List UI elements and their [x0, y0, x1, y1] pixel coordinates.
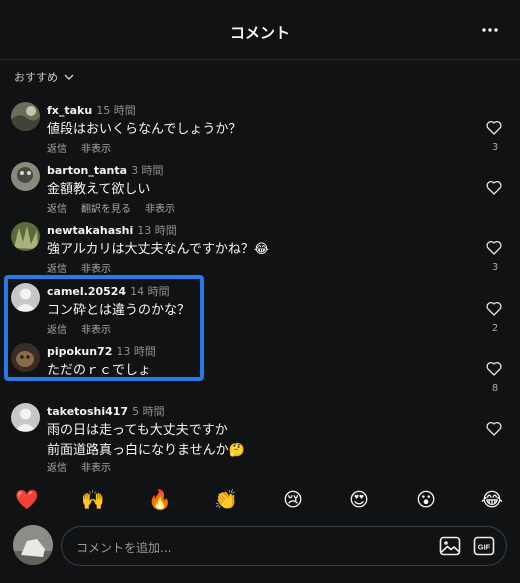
reaction-surprised[interactable]: 😮 — [412, 486, 440, 514]
reaction-clap[interactable]: 👏 — [212, 486, 240, 514]
comment-item: barton_tanta 3 時間 金額教えて欲しい 返信 翻訳を見る 非表示 — [0, 162, 520, 218]
like-count: 2 — [491, 323, 499, 334]
avatar[interactable] — [11, 102, 40, 131]
hide-button[interactable]: 非表示 — [81, 260, 111, 275]
comments-header: コメント — [0, 0, 520, 60]
page-title: コメント — [229, 24, 290, 42]
comment-header: fx_taku 15 時間 — [47, 102, 136, 118]
hide-button[interactable]: 非表示 — [145, 200, 175, 215]
quick-reactions-bar: ❤️ 🙌 🔥 👏 😢 😍 😮 😂 — [0, 486, 520, 518]
comment-text: 値段はおいくらなんでしょうか？ — [47, 122, 242, 137]
chevron-down-icon — [64, 74, 74, 80]
heart-icon[interactable] — [486, 421, 502, 436]
reply-button[interactable]: 返信 — [47, 260, 67, 275]
comment-text: 金額教えて欲しい — [47, 182, 151, 197]
heart-icon[interactable] — [486, 361, 502, 376]
comment-actions: 返信 非表示 — [47, 260, 111, 275]
heart-icon[interactable] — [486, 240, 502, 255]
comment-header: taketoshi417 5 時間 — [47, 403, 165, 419]
comment-input-placeholder: コメントを追加... — [76, 541, 172, 555]
comment-header: barton_tanta 3 時間 — [47, 162, 164, 178]
heart-icon[interactable] — [486, 180, 502, 195]
comment-time: 15 時間 — [96, 104, 136, 117]
comment-actions: 返信 翻訳を見る 非表示 — [47, 200, 175, 215]
heart-icon[interactable] — [486, 301, 502, 316]
reaction-cry[interactable]: 😢 — [279, 486, 307, 514]
reaction-heart-eyes[interactable]: 😍 — [345, 486, 373, 514]
comment-item: taketoshi417 5 時間 雨の日は走っても大丈夫ですか 前面道路真っ白に… — [0, 403, 520, 479]
comment-actions: 返信 非表示 — [47, 140, 111, 155]
reaction-heart[interactable]: ❤️ — [13, 486, 41, 514]
comment-username[interactable]: taketoshi417 — [47, 405, 128, 418]
comment-header: newtakahashi 13 時間 — [47, 222, 177, 238]
comment-actions: 返信 非表示 — [47, 459, 111, 474]
comment-input[interactable]: コメントを追加... GIF — [61, 526, 507, 566]
comment-time: 5 時間 — [132, 405, 165, 418]
gif-icon[interactable]: GIF — [473, 536, 495, 556]
comment-username[interactable]: newtakahashi — [47, 224, 133, 237]
heart-icon[interactable] — [486, 120, 502, 135]
sort-label: おすすめ — [14, 71, 58, 84]
composer-avatar — [13, 525, 53, 565]
reply-button[interactable]: 返信 — [47, 200, 67, 215]
comment-time: 13 時間 — [137, 224, 177, 237]
image-icon[interactable] — [439, 536, 461, 556]
reaction-laugh[interactable]: 😂 — [478, 486, 506, 514]
reply-button[interactable]: 返信 — [47, 459, 67, 474]
avatar[interactable] — [11, 222, 40, 251]
avatar[interactable] — [11, 403, 40, 432]
avatar[interactable] — [11, 162, 40, 191]
reaction-raised-hands[interactable]: 🙌 — [79, 486, 107, 514]
reply-button[interactable]: 返信 — [47, 140, 67, 155]
hide-button[interactable]: 非表示 — [81, 140, 111, 155]
comment-time: 3 時間 — [131, 164, 164, 177]
comment-item: newtakahashi 13 時間 強アルカリは大丈夫なんですかね？😂 返信 非… — [0, 222, 520, 278]
highlight-box — [4, 275, 204, 381]
more-horizontal-icon[interactable] — [480, 23, 500, 37]
like-count: 3 — [491, 262, 499, 273]
like-count: 8 — [491, 383, 499, 394]
comment-text: 雨の日は走っても大丈夫ですか 前面道路真っ白になりませんか🤔 — [47, 423, 245, 458]
reaction-fire[interactable]: 🔥 — [146, 486, 174, 514]
translate-button[interactable]: 翻訳を見る — [81, 200, 131, 215]
sort-dropdown[interactable]: おすすめ — [14, 68, 74, 86]
comment-item: fx_taku 15 時間 値段はおいくらなんでしょうか？ 返信 非表示 3 — [0, 102, 520, 158]
comment-text: 強アルカリは大丈夫なんですかね？😂 — [47, 242, 270, 257]
comment-username[interactable]: barton_tanta — [47, 164, 127, 177]
comment-username[interactable]: fx_taku — [47, 104, 92, 117]
hide-button[interactable]: 非表示 — [81, 459, 111, 474]
like-count: 3 — [491, 142, 499, 153]
svg-text:GIF: GIF — [478, 543, 491, 552]
